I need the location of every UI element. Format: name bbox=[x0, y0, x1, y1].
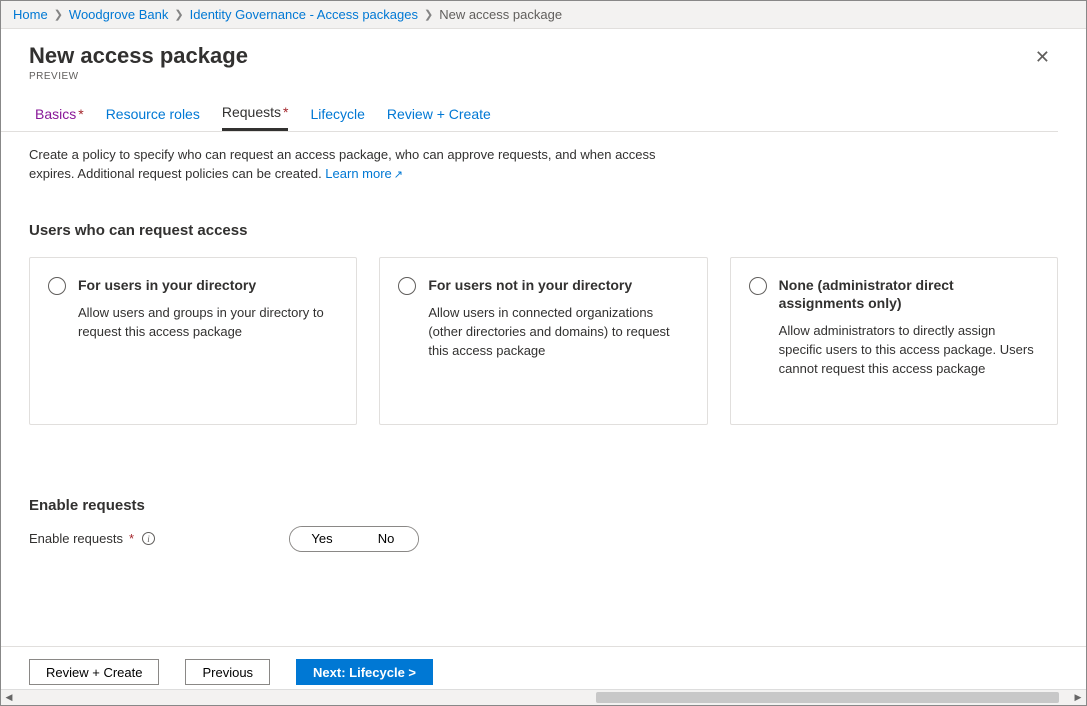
radio-icon bbox=[749, 277, 767, 295]
breadcrumb-home[interactable]: Home bbox=[13, 7, 48, 22]
chevron-right-icon: ❯ bbox=[174, 8, 183, 21]
learn-more-link[interactable]: Learn more bbox=[325, 166, 403, 181]
radio-icon bbox=[48, 277, 66, 295]
card-title: For users in your directory bbox=[78, 276, 336, 294]
toggle-no[interactable]: No bbox=[354, 527, 418, 551]
radio-icon bbox=[398, 277, 416, 295]
scrollbar-track bbox=[17, 690, 1070, 705]
close-button[interactable]: ✕ bbox=[1027, 43, 1058, 72]
required-asterisk: * bbox=[283, 104, 288, 120]
tab-resource-roles[interactable]: Resource roles bbox=[106, 104, 200, 131]
page-title: New access package bbox=[29, 43, 248, 69]
previous-button[interactable]: Previous bbox=[185, 659, 270, 685]
tab-label: Resource roles bbox=[106, 106, 200, 122]
tab-review-create[interactable]: Review + Create bbox=[387, 104, 491, 131]
tab-basics[interactable]: Basics* bbox=[35, 104, 84, 131]
horizontal-scrollbar[interactable]: ◀ ▶ bbox=[1, 689, 1086, 705]
scrollbar-thumb[interactable] bbox=[596, 692, 1059, 703]
who-can-request-heading: Users who can request access bbox=[29, 222, 1058, 239]
card-users-in-directory[interactable]: For users in your directory Allow users … bbox=[29, 257, 357, 425]
description-text: Create a policy to specify who can reque… bbox=[29, 146, 669, 184]
info-icon[interactable]: i bbox=[142, 532, 155, 545]
card-desc: Allow users and groups in your directory… bbox=[78, 304, 336, 342]
card-desc: Allow administrators to directly assign … bbox=[779, 322, 1037, 379]
tab-label: Review + Create bbox=[387, 106, 491, 122]
footer: Review + Create Previous Next: Lifecycle… bbox=[1, 646, 1086, 685]
breadcrumb-woodgrove[interactable]: Woodgrove Bank bbox=[69, 7, 169, 22]
enable-requests-toggle[interactable]: Yes No bbox=[289, 526, 419, 552]
tab-label: Requests bbox=[222, 104, 281, 120]
required-asterisk: * bbox=[78, 106, 83, 122]
breadcrumb-current: New access package bbox=[439, 7, 562, 22]
tab-label: Lifecycle bbox=[310, 106, 364, 122]
enable-requests-heading: Enable requests bbox=[29, 497, 1058, 514]
close-icon: ✕ bbox=[1035, 47, 1050, 67]
preview-badge: PREVIEW bbox=[29, 71, 248, 82]
chevron-right-icon: ❯ bbox=[424, 8, 433, 21]
tabs: Basics* Resource roles Requests* Lifecyc… bbox=[1, 82, 1058, 132]
breadcrumb-identity-governance[interactable]: Identity Governance - Access packages bbox=[190, 7, 418, 22]
review-create-button[interactable]: Review + Create bbox=[29, 659, 159, 685]
tab-requests[interactable]: Requests* bbox=[222, 104, 289, 131]
tab-lifecycle[interactable]: Lifecycle bbox=[310, 104, 364, 131]
required-asterisk: * bbox=[129, 531, 134, 546]
card-desc: Allow users in connected organizations (… bbox=[428, 304, 686, 361]
next-button[interactable]: Next: Lifecycle > bbox=[296, 659, 433, 685]
card-title: For users not in your directory bbox=[428, 276, 686, 294]
scroll-left-icon: ◀ bbox=[1, 692, 17, 703]
chevron-right-icon: ❯ bbox=[54, 8, 63, 21]
breadcrumb: Home ❯ Woodgrove Bank ❯ Identity Governa… bbox=[1, 1, 1086, 29]
card-title: None (administrator direct assignments o… bbox=[779, 276, 1037, 312]
scroll-right-icon: ▶ bbox=[1070, 692, 1086, 703]
toggle-yes[interactable]: Yes bbox=[290, 527, 354, 551]
tab-label: Basics bbox=[35, 106, 76, 122]
card-none-admin-only[interactable]: None (administrator direct assignments o… bbox=[730, 257, 1058, 425]
card-users-not-in-directory[interactable]: For users not in your directory Allow us… bbox=[379, 257, 707, 425]
enable-requests-label: Enable requests bbox=[29, 531, 123, 546]
